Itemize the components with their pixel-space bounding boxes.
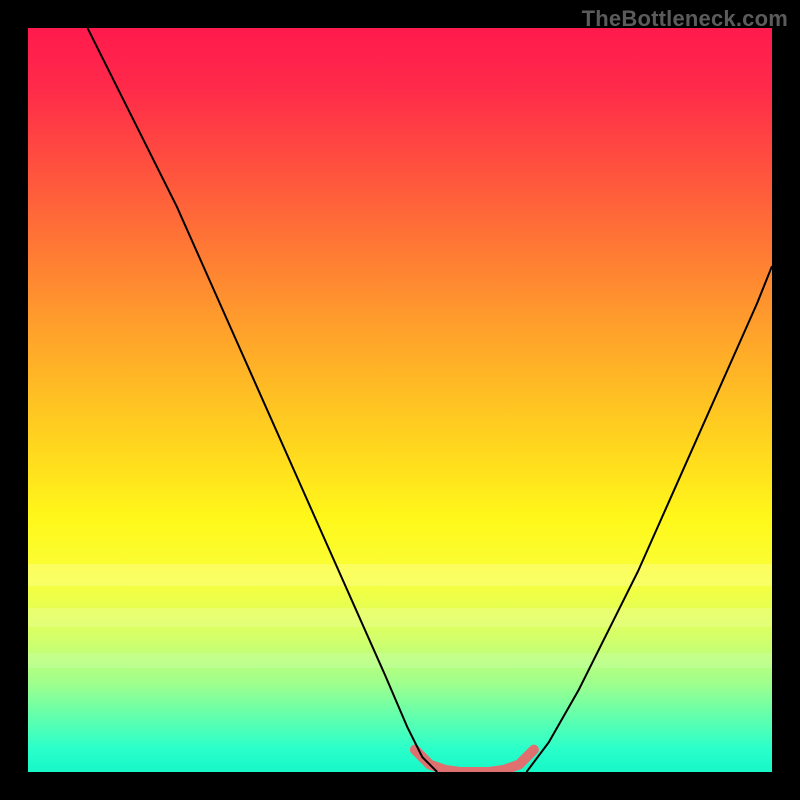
chart-frame: TheBottleneck.com bbox=[0, 0, 800, 800]
series-right-curve bbox=[526, 266, 772, 772]
series-left-curve bbox=[88, 28, 438, 772]
plot-area bbox=[28, 28, 772, 772]
chart-svg bbox=[28, 28, 772, 772]
series-group bbox=[88, 28, 772, 772]
watermark-text: TheBottleneck.com bbox=[582, 6, 788, 32]
